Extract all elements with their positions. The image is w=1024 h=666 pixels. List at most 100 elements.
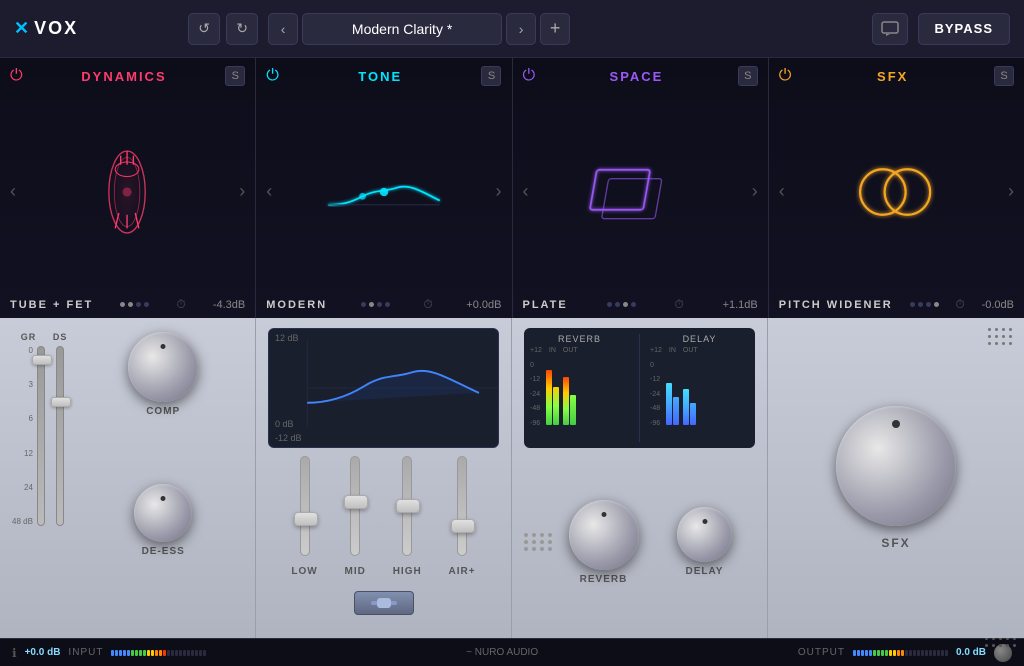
reverb-out-label: OUT [563,347,578,354]
circles-icon [856,157,936,227]
reverb-in-label: IN [546,347,559,354]
sfx-footer: PITCH WIDENER ⏱ -0.0dB [779,293,1014,312]
space-power-button[interactable]: ⏻ [523,67,536,85]
sfx-grid-dots [988,328,1014,347]
logo-vox: VOX [34,18,78,39]
prev-preset-button[interactable]: ‹ [268,13,298,45]
sfx-next-arrow[interactable]: › [1008,181,1014,202]
status-bar: ℹ +0.0 dB INPUT ~ NURO AUDIO OUTPUT [0,638,1024,666]
status-center: ~ NURO AUDIO [214,647,789,658]
tone-module: ⏻ TONE S ‹ › MODERN [256,58,512,318]
space-db: +1.1dB [723,299,758,311]
gr-scale: 036122448 dB [12,346,35,526]
dynamics-name-label: TUBE + FET [10,299,93,311]
tone-visual: ‹ › [266,90,501,293]
gr-slider-group: GR 036122448 dB [12,332,45,624]
eq-curve [269,329,498,447]
ds-slider-track [56,346,64,526]
high-label: HIGH [393,566,422,577]
next-preset-button[interactable]: › [506,13,536,45]
dynamics-prev-arrow[interactable]: ‹ [10,181,16,202]
dynamics-next-arrow[interactable]: › [239,181,245,202]
space-footer: PLATE ⏱ +1.1dB [523,293,758,312]
de-ess-knob[interactable] [134,484,192,542]
reverb-knob-section: REVERB [553,500,654,585]
ds-slider-group: DS [53,332,68,624]
space-s-button[interactable]: S [738,66,758,86]
tone-title: TONE [358,69,402,84]
air-label: AIR+ [449,566,476,577]
high-fader-track [402,456,412,556]
eq-curve-icon [324,162,444,222]
tone-db: +0.0dB [466,299,501,311]
tone-s-button[interactable]: S [481,66,501,86]
dynamics-power-button[interactable]: ⏻ [10,67,23,85]
comment-button[interactable] [872,13,908,45]
logo: ✕ VOX [14,18,78,39]
delay-meter-title: DELAY [650,334,749,344]
tone-footer: MODERN ⏱ +0.0dB [266,293,501,312]
high-fader-thumb[interactable] [396,499,420,513]
add-preset-button[interactable]: + [540,13,570,45]
sfx-visual: ‹ › [779,90,1014,293]
de-ess-label: DE-ESS [142,546,185,557]
space-knobs: REVERB DELAY [524,456,755,628]
comp-knob[interactable] [128,332,198,402]
gr-slider-thumb[interactable] [32,355,52,365]
plate-icon [595,152,685,232]
delay-knob-label: DELAY [686,566,724,577]
gr-slider-track [37,346,45,526]
tone-power-button[interactable]: ⏻ [266,67,279,85]
mid-fader-thumb[interactable] [344,495,368,509]
dynamics-db: -4.3dB [213,299,245,311]
status-right: OUTPUT 0.0 dB [798,644,1012,662]
output-label: OUTPUT [798,647,845,658]
mid-label: MID [345,566,366,577]
modules-row: ⏻ DYNAMICS S ‹ [0,58,1024,318]
bypass-button[interactable]: BYPASS [918,13,1011,45]
top-bar: ✕ VOX ↺ ↻ ‹ Modern Clarity * › + BYPASS [0,0,1024,58]
sfx-power-button[interactable]: ⏻ [779,67,792,85]
logo-x: ✕ [14,18,29,39]
eq-12db-label: 12 dB [275,333,299,343]
sfx-prev-arrow[interactable]: ‹ [779,181,785,202]
sfx-main-knob[interactable] [836,406,956,526]
dynamics-clock-icon: ⏱ [176,297,185,312]
tone-prev-arrow[interactable]: ‹ [266,181,272,202]
output-db: 0.0 dB [956,647,986,658]
preset-name[interactable]: Modern Clarity * [302,13,502,45]
output-meter [853,649,948,657]
reverb-knob[interactable] [569,500,639,570]
tone-next-arrow[interactable]: › [496,181,502,202]
tone-clock-icon: ⏱ [423,297,432,312]
delay-out-label: OUT [683,347,698,354]
undo-button[interactable]: ↺ [188,13,220,45]
controls-row: GR 036122448 dB DS [0,318,1024,638]
low-fader-thumb[interactable] [294,512,318,526]
ds-slider-thumb[interactable] [51,397,71,407]
sfx-name-label: PITCH WIDENER [779,299,893,311]
sfx-s-button[interactable]: S [994,66,1014,86]
dynamics-s-button[interactable]: S [225,66,245,86]
gr-label: GR [21,332,37,342]
space-header: ⏻ SPACE S [523,66,758,86]
sfx-controls: SFX [768,318,1024,638]
comp-knob-section: COMP [128,332,198,472]
tone-name-label: MODERN [266,299,327,311]
eq-display: 12 dB 0 dB -12 dB [268,328,499,448]
space-prev-arrow[interactable]: ‹ [523,181,529,202]
eq-preset-button[interactable] [354,591,414,615]
sfx-header: ⏻ SFX S [779,66,1014,86]
info-icon[interactable]: ℹ [12,646,17,660]
input-db: +0.0 dB [25,647,61,658]
redo-button[interactable]: ↻ [226,13,258,45]
air-fader-thumb[interactable] [451,519,475,533]
comp-label: COMP [146,406,180,417]
delay-knob[interactable] [677,507,732,562]
space-next-arrow[interactable]: › [752,181,758,202]
sfx-knob-label: SFX [881,536,910,550]
tube-icon [100,142,155,242]
eq-sliders-row: LOW MID HIGH AIR+ [268,456,499,577]
eq-neg12db-label: -12 dB [275,433,302,443]
high-slider-group: HIGH [393,456,422,577]
